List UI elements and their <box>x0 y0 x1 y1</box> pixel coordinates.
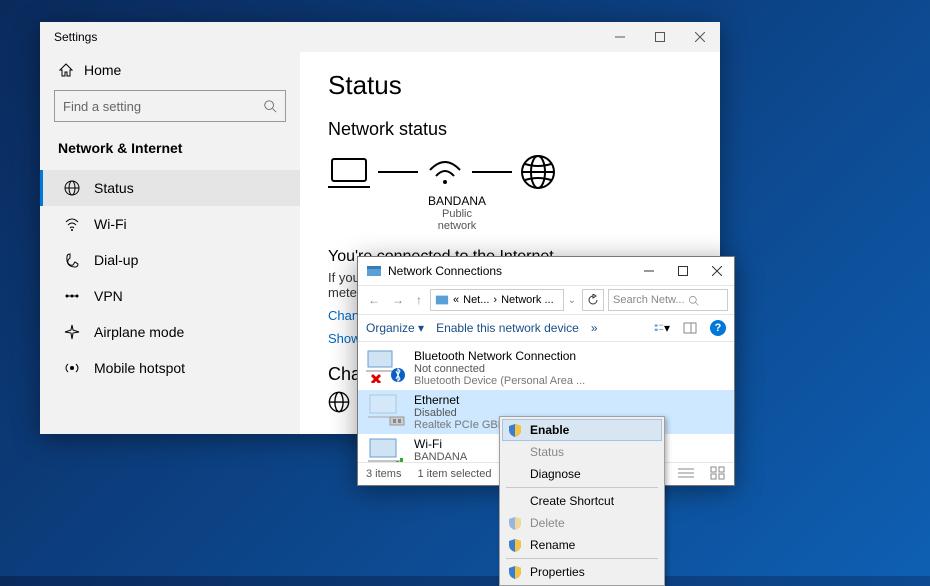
nav-dialup[interactable]: Dial-up <box>40 242 300 278</box>
explorer-navbar: ← → ↑ « Net...› Network ... ⌄ Search Net… <box>358 285 734 315</box>
menu-separator <box>506 558 658 559</box>
refresh-button[interactable] <box>582 289 604 311</box>
computer-icon <box>328 155 370 189</box>
nav-label: Airplane mode <box>94 324 184 340</box>
menu-label: Enable <box>530 423 569 437</box>
menu-label: Create Shortcut <box>530 494 614 508</box>
nav-label: Status <box>94 180 134 196</box>
search-placeholder: Find a setting <box>63 99 263 114</box>
explorer-titlebar: Network Connections <box>358 257 734 285</box>
view-icons-button[interactable] <box>710 466 726 483</box>
menu-enable[interactable]: Enable <box>502 419 662 441</box>
explorer-close-button[interactable] <box>700 257 734 285</box>
menu-create-shortcut[interactable]: Create Shortcut <box>502 490 662 512</box>
up-button[interactable]: ↑ <box>412 293 426 307</box>
close-button[interactable] <box>680 22 720 52</box>
shield-icon <box>508 565 522 579</box>
minimize-button[interactable] <box>600 22 640 52</box>
organize-button[interactable]: Organize ▾ <box>366 321 424 335</box>
wifi-adapter-icon <box>366 437 406 462</box>
settings-sidebar: Home Find a setting Network & Internet S… <box>40 52 300 434</box>
nav-airplane[interactable]: Airplane mode <box>40 314 300 350</box>
view-options-button[interactable]: ▾ <box>654 320 670 336</box>
breadcrumb-segment[interactable]: Net... <box>463 294 489 306</box>
menu-label: Delete <box>530 516 565 530</box>
explorer-toolbar: Organize ▾ Enable this network device » … <box>358 315 734 342</box>
forward-button[interactable]: → <box>388 293 408 307</box>
vpn-icon <box>64 288 80 304</box>
network-diagram <box>328 154 692 190</box>
help-button[interactable]: ? <box>710 320 726 336</box>
globe-icon <box>520 154 556 190</box>
explorer-app-icon <box>366 263 382 279</box>
search-input[interactable]: Find a setting <box>54 90 286 122</box>
status-item-count: 3 items <box>366 468 401 480</box>
dialup-icon <box>64 252 80 268</box>
menu-delete: Delete <box>502 512 662 534</box>
menu-separator <box>506 487 658 488</box>
shield-icon <box>508 423 522 437</box>
diagram-type: Public network <box>422 208 492 232</box>
explorer-search-input[interactable]: Search Netw... <box>608 289 728 311</box>
menu-label: Properties <box>530 565 585 579</box>
menu-label: Rename <box>530 538 575 552</box>
search-icon <box>263 99 277 113</box>
nav-label: Dial-up <box>94 252 138 268</box>
item-name: Bluetooth Network Connection <box>414 349 585 363</box>
network-status-heading: Network status <box>328 119 692 140</box>
explorer-title: Network Connections <box>388 264 502 278</box>
explorer-maximize-button[interactable] <box>666 257 700 285</box>
nav-vpn[interactable]: VPN <box>40 278 300 314</box>
menu-properties[interactable]: Properties <box>502 561 662 583</box>
preview-pane-button[interactable] <box>682 320 698 336</box>
nav-label: Mobile hotspot <box>94 360 185 376</box>
home-icon <box>58 62 74 78</box>
settings-titlebar: Settings <box>40 22 720 52</box>
adapter-icon <box>328 391 350 413</box>
status-icon <box>64 180 80 196</box>
menu-status: Status <box>502 441 662 463</box>
hotspot-icon <box>64 360 80 376</box>
diagram-ssid: BANDANA <box>422 194 492 208</box>
breadcrumb[interactable]: « Net...› Network ... <box>430 289 564 311</box>
bluetooth-adapter-icon <box>366 349 406 383</box>
maximize-button[interactable] <box>640 22 680 52</box>
breadcrumb-icon <box>435 293 449 307</box>
search-icon <box>688 295 699 306</box>
home-link[interactable]: Home <box>40 52 300 86</box>
nav-label: Wi-Fi <box>94 216 127 232</box>
nav-label: VPN <box>94 288 123 304</box>
item-status: Not connected <box>414 363 585 375</box>
context-menu: Enable Status Diagnose Create Shortcut D… <box>499 416 665 586</box>
nav-hotspot[interactable]: Mobile hotspot <box>40 350 300 386</box>
ethernet-adapter-icon <box>366 393 406 427</box>
toolbar-overflow[interactable]: » <box>591 321 598 335</box>
enable-device-button[interactable]: Enable this network device <box>436 321 579 335</box>
item-name: Ethernet <box>414 393 539 407</box>
sidebar-section-label: Network & Internet <box>40 132 300 164</box>
explorer-minimize-button[interactable] <box>632 257 666 285</box>
status-selected-count: 1 item selected <box>417 468 491 480</box>
shield-icon <box>508 516 522 530</box>
airplane-icon <box>64 324 80 340</box>
shield-icon <box>508 538 522 552</box>
wifi-diagram-icon <box>426 156 464 186</box>
list-item-bluetooth[interactable]: Bluetooth Network ConnectionNot connecte… <box>358 346 734 390</box>
menu-diagnose[interactable]: Diagnose <box>502 463 662 485</box>
page-title: Status <box>328 70 692 101</box>
menu-label: Diagnose <box>530 467 581 481</box>
explorer-search-placeholder: Search Netw... <box>613 294 685 306</box>
back-button[interactable]: ← <box>364 293 384 307</box>
menu-label: Status <box>530 445 564 459</box>
nav-wifi[interactable]: Wi-Fi <box>40 206 300 242</box>
item-detail: Bluetooth Device (Personal Area ... <box>414 375 585 387</box>
nav-status[interactable]: Status <box>40 170 300 206</box>
breadcrumb-segment[interactable]: Network ... <box>501 294 554 306</box>
menu-rename[interactable]: Rename <box>502 534 662 556</box>
home-label: Home <box>84 62 121 78</box>
settings-title: Settings <box>54 30 97 44</box>
wifi-icon <box>64 216 80 232</box>
view-details-button[interactable] <box>678 466 694 483</box>
